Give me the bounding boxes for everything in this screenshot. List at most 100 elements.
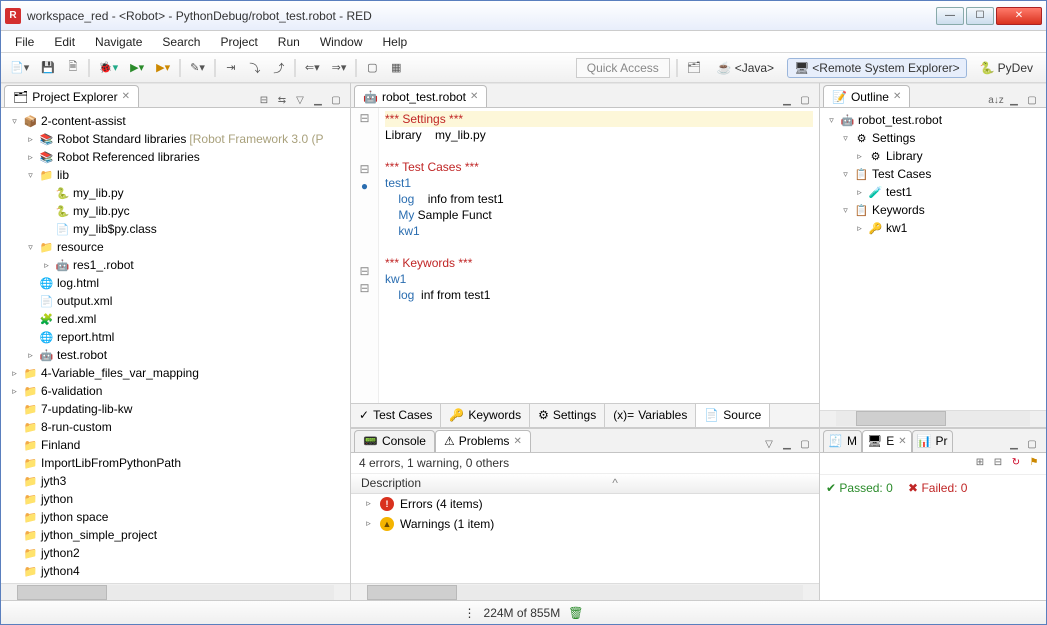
- minimize-view-icon[interactable]: ▁: [311, 93, 325, 107]
- run-icon[interactable]: ▶▾: [127, 58, 147, 78]
- save-icon[interactable]: 💾: [38, 58, 58, 78]
- menu-window[interactable]: Window: [312, 33, 371, 51]
- tree-node[interactable]: ▿📁lib: [3, 166, 348, 184]
- tree-node[interactable]: ▿📦2-content-assist: [3, 112, 348, 130]
- tree-node[interactable]: 📄output.xml: [3, 292, 348, 310]
- run-last-icon[interactable]: ▶▾: [153, 58, 173, 78]
- tree-node[interactable]: 📁7-updating-lib-kw: [3, 400, 348, 418]
- close-icon[interactable]: ✕: [122, 91, 130, 102]
- editor-subtab[interactable]: ✓Test Cases: [351, 404, 441, 427]
- filter-icon[interactable]: ⚑: [1027, 456, 1041, 470]
- tree-node[interactable]: 📁jython2: [3, 544, 348, 562]
- tree-node[interactable]: 🐍my_lib.py: [3, 184, 348, 202]
- open-perspective-icon[interactable]: 🗂: [684, 58, 704, 78]
- editor-subtab[interactable]: 📄Source: [696, 404, 770, 427]
- menu-file[interactable]: File: [7, 33, 42, 51]
- scrollbar-horizontal[interactable]: [820, 410, 1046, 427]
- rerun-failed-icon[interactable]: ↻: [1009, 456, 1023, 470]
- view-menu-icon[interactable]: ▽: [762, 438, 776, 452]
- save-all-icon[interactable]: 🗎: [64, 58, 82, 78]
- tree-node[interactable]: 📁jython_simple_project: [3, 526, 348, 544]
- outline-node[interactable]: ▿📋Test Cases: [822, 165, 1044, 183]
- scrollbar-horizontal[interactable]: [1, 583, 350, 600]
- editor-subtab[interactable]: ⚙Settings: [530, 404, 605, 427]
- close-icon[interactable]: ✕: [898, 436, 906, 447]
- gc-icon[interactable]: 🗑: [568, 606, 583, 620]
- maximize-view-icon[interactable]: ▢: [798, 93, 812, 107]
- minimize-view-icon[interactable]: ▁: [1007, 438, 1021, 452]
- expand-icon[interactable]: ⊞: [973, 456, 987, 470]
- minimize-view-icon[interactable]: ▁: [1007, 93, 1021, 107]
- tree-node[interactable]: ▹📁6-validation: [3, 382, 348, 400]
- tab-problems[interactable]: ⚠ Problems ✕: [435, 430, 531, 452]
- editor-subtab[interactable]: 🔑Keywords: [441, 404, 530, 427]
- tree-node[interactable]: 📁Finland: [3, 436, 348, 454]
- wand-icon[interactable]: ✎▾: [187, 58, 208, 78]
- editor-tab[interactable]: 🤖 robot_test.robot ✕: [354, 85, 487, 107]
- outline-node[interactable]: ▿📋Keywords: [822, 201, 1044, 219]
- view-menu-icon[interactable]: ▽: [293, 93, 307, 107]
- step-icon[interactable]: ⇥: [222, 58, 240, 78]
- tab-project-explorer[interactable]: 🗂 Project Explorer ✕: [4, 85, 139, 107]
- tree-node[interactable]: ▹📚Robot Referenced libraries: [3, 148, 348, 166]
- link-editor-icon[interactable]: ⇆: [275, 93, 289, 107]
- tab-console[interactable]: 📟 Console: [354, 430, 435, 452]
- editor-code-area[interactable]: *** Settings ***Library my_lib.py*** Tes…: [379, 108, 819, 403]
- menu-project[interactable]: Project: [212, 33, 265, 51]
- problems-group[interactable]: ▹▲Warnings (1 item): [351, 514, 819, 534]
- project-explorer-tree[interactable]: ▿📦2-content-assist▹📚Robot Standard libra…: [1, 108, 350, 583]
- tree-node[interactable]: ▹🤖test.robot: [3, 346, 348, 364]
- minimize-view-icon[interactable]: ▁: [780, 438, 794, 452]
- tree-node[interactable]: 🌐log.html: [3, 274, 348, 292]
- tree-node[interactable]: 📁jython: [3, 490, 348, 508]
- perspective-remote[interactable]: 🖥<Remote System Explorer>: [787, 58, 967, 78]
- quick-access-input[interactable]: Quick Access: [576, 58, 670, 78]
- new-icon[interactable]: 📄▾: [7, 58, 32, 78]
- close-icon[interactable]: ✕: [893, 91, 901, 102]
- editor-gutter[interactable]: ⊟⊟●⊟⊟: [351, 108, 379, 403]
- menu-navigate[interactable]: Navigate: [87, 33, 150, 51]
- outline-node[interactable]: ▿⚙Settings: [822, 129, 1044, 147]
- tree-node[interactable]: ▹📚Robot Standard libraries [Robot Framew…: [3, 130, 348, 148]
- maximize-view-icon[interactable]: ▢: [329, 93, 343, 107]
- tree-node[interactable]: 📁jyth3: [3, 472, 348, 490]
- tree-node[interactable]: 📁jython space: [3, 508, 348, 526]
- tree-node[interactable]: 🌐report.html: [3, 328, 348, 346]
- close-icon[interactable]: ✕: [470, 91, 478, 102]
- pin-icon[interactable]: ▢: [363, 58, 381, 78]
- maximize-view-icon[interactable]: ▢: [1025, 438, 1039, 452]
- maximize-view-icon[interactable]: ▢: [1025, 93, 1039, 107]
- grid-icon[interactable]: ▦: [387, 58, 405, 78]
- scrollbar-horizontal[interactable]: [351, 583, 819, 600]
- tab-m[interactable]: 🧾M: [823, 430, 862, 452]
- tree-node[interactable]: ▿📁resource: [3, 238, 348, 256]
- back-icon[interactable]: ⇐▾: [302, 58, 323, 78]
- perspective-java[interactable]: ☕<Java>: [710, 58, 781, 78]
- close-icon[interactable]: ✕: [513, 436, 521, 447]
- problems-column-header[interactable]: Description^: [351, 474, 819, 494]
- menu-run[interactable]: Run: [270, 33, 308, 51]
- collapse-all-icon[interactable]: ⊟: [257, 93, 271, 107]
- perspective-pydev[interactable]: 🐍PyDev: [973, 58, 1040, 78]
- menu-edit[interactable]: Edit: [46, 33, 83, 51]
- close-button[interactable]: ✕: [996, 7, 1042, 25]
- maximize-button[interactable]: ☐: [966, 7, 994, 25]
- menu-search[interactable]: Search: [154, 33, 208, 51]
- debug-icon[interactable]: 🐞▾: [96, 58, 121, 78]
- step-over-icon[interactable]: ⤵: [246, 58, 264, 78]
- minimize-view-icon[interactable]: ▁: [780, 93, 794, 107]
- tree-node[interactable]: 🐍my_lib.pyc: [3, 202, 348, 220]
- menu-help[interactable]: Help: [375, 33, 416, 51]
- collapse-icon[interactable]: ⊟: [991, 456, 1005, 470]
- tree-node[interactable]: 📁ImportLibFromPythonPath: [3, 454, 348, 472]
- outline-node[interactable]: ▿🤖robot_test.robot: [822, 111, 1044, 129]
- maximize-view-icon[interactable]: ▢: [798, 438, 812, 452]
- outline-node[interactable]: ▹🧪test1: [822, 183, 1044, 201]
- outline-node[interactable]: ▹⚙Library: [822, 147, 1044, 165]
- editor-subtab[interactable]: (x)=Variables: [605, 404, 696, 427]
- forward-icon[interactable]: ⇒▾: [329, 58, 350, 78]
- tab-e[interactable]: 🖥E✕: [862, 430, 912, 452]
- problems-group[interactable]: ▹!Errors (4 items): [351, 494, 819, 514]
- minimize-button[interactable]: —: [936, 7, 964, 25]
- tree-node[interactable]: 📄my_lib$py.class: [3, 220, 348, 238]
